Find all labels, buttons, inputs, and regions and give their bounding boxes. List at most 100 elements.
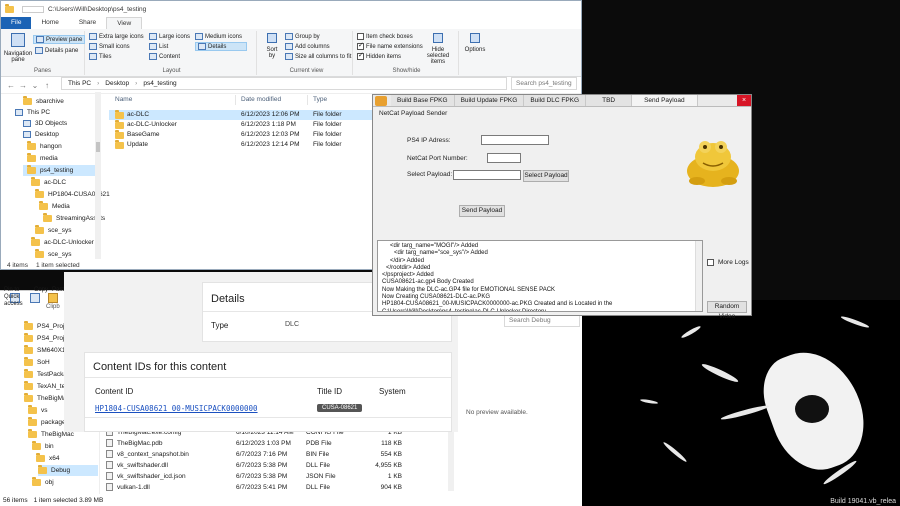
nav-item[interactable]: Media: [39, 201, 70, 212]
file-row[interactable]: vulkan-1.dll 6/7/2023 5:41 PM DLL File 904 …: [106, 482, 406, 492]
file-extensions-toggle[interactable]: File name extensions: [357, 41, 423, 50]
tab-build-dlc[interactable]: Build DLC FPKG: [524, 95, 587, 106]
nav-item[interactable]: bin: [32, 441, 54, 452]
column-header-name[interactable]: Name: [115, 96, 132, 103]
forward-arrow-icon[interactable]: →: [19, 81, 27, 90]
scrollbar[interactable]: [95, 92, 101, 259]
nav-item[interactable]: SoH: [24, 357, 50, 368]
preview-pane-button[interactable]: Preview pane: [33, 35, 86, 44]
up-arrow-icon[interactable]: ↑: [43, 81, 51, 90]
layout-content[interactable]: Content: [149, 53, 180, 60]
quick-access-toolbar[interactable]: [22, 5, 44, 13]
ip-input[interactable]: [481, 135, 549, 145]
output-log[interactable]: <dir targ_name="MOGI"/> Added <dir targ_…: [377, 240, 703, 312]
nav-item[interactable]: media: [27, 153, 58, 164]
nav-item-this-pc[interactable]: This PC: [15, 107, 50, 118]
file-row[interactable]: vk_swiftshader_icd.json 6/7/2023 5:38 PM J…: [106, 471, 406, 481]
payload-path-input[interactable]: [453, 170, 521, 180]
hide-selected-button[interactable]: Hide selected items: [421, 33, 455, 65]
size-columns-button[interactable]: Size all columns to fit: [285, 53, 351, 60]
file-row[interactable]: vk_swiftshader.dll 6/7/2023 5:38 PM DLL Fi…: [106, 460, 406, 470]
tab-tbd[interactable]: TBD: [586, 95, 633, 106]
log-line: CUSA08621-ac.gp4 Body Created: [382, 279, 474, 286]
nav-item[interactable]: sce_sys: [35, 249, 71, 260]
folder-icon: [24, 357, 33, 366]
scrollbar-thumb[interactable]: [96, 142, 100, 152]
file-row[interactable]: v8_context_snapshot.bin 6/7/2023 7:16 PM B…: [106, 449, 406, 459]
back-arrow-icon[interactable]: ←: [7, 81, 15, 90]
layout-large-icons[interactable]: Large icons: [149, 33, 190, 40]
port-input[interactable]: [487, 153, 521, 163]
tab-build-update[interactable]: Build Update FPKG: [454, 95, 525, 106]
nav-item[interactable]: sbarchive: [23, 96, 64, 107]
content-id-link[interactable]: HP1804-CUSA08621_00-MUSICPACK0000000: [95, 404, 258, 413]
tab-share[interactable]: Share: [69, 17, 106, 29]
breadcrumb[interactable]: This PC › Desktop › ps4_testing: [61, 77, 507, 90]
sort-by-button[interactable]: Sort by: [263, 33, 281, 59]
nav-item[interactable]: vs: [28, 405, 48, 416]
hidden-items-toggle[interactable]: Hidden items: [357, 51, 401, 60]
layout-small-icons[interactable]: Small icons: [89, 43, 130, 50]
breadcrumb-item[interactable]: Desktop: [105, 80, 129, 87]
layout-medium-icons[interactable]: Medium icons: [195, 33, 242, 40]
content-ids-card: Content IDs for this content Content ID …: [84, 352, 452, 432]
nav-item[interactable]: sce_sys: [35, 225, 71, 236]
log-line: </psproject> Added: [382, 272, 434, 279]
content-id-header: Content ID: [95, 387, 134, 396]
checkbox-icon: [357, 51, 364, 60]
file-row[interactable]: ac-DLC-Unlocker 6/12/2023 1:18 PM File fol…: [109, 120, 377, 130]
nav-item-selected[interactable]: ps4_testing: [23, 165, 95, 176]
file-row[interactable]: Update 6/12/2023 12:14 PM File folder: [109, 140, 377, 150]
options-button[interactable]: Options: [463, 33, 487, 53]
more-logs-checkbox[interactable]: More Logs: [707, 259, 749, 266]
nav-item-selected[interactable]: Debug: [38, 465, 98, 476]
file-row[interactable]: BaseGame 6/12/2023 12:03 PM File folder: [109, 130, 377, 140]
search-input[interactable]: Search Debug: [504, 315, 580, 327]
nav-item[interactable]: hangon: [27, 141, 62, 152]
layout-xl-icons[interactable]: Extra large icons: [89, 33, 144, 40]
tab-view[interactable]: View: [106, 17, 143, 29]
nav-item[interactable]: TheBigMac: [24, 393, 70, 404]
ribbon-tabs: File Home Share View: [1, 17, 581, 29]
close-button[interactable]: ×: [737, 95, 751, 106]
file-row[interactable]: ac-DLC 6/12/2023 12:06 PM File folder: [109, 110, 377, 120]
breadcrumb-item[interactable]: This PC: [68, 80, 91, 87]
folder-icon: [35, 189, 44, 198]
layout-tiles[interactable]: Tiles: [89, 53, 111, 60]
nav-item[interactable]: x64: [36, 453, 59, 464]
folder-icon: [115, 120, 124, 129]
chevron-down-icon[interactable]: ⌄: [31, 81, 39, 90]
breadcrumb-item[interactable]: ps4_testing: [143, 80, 176, 87]
send-payload-button[interactable]: Send Payload: [459, 205, 505, 217]
search-input[interactable]: Search ps4_testing: [511, 77, 577, 90]
select-payload-button[interactable]: Select Payload: [523, 170, 569, 182]
details-pane-button[interactable]: Details pane: [35, 47, 78, 54]
random-video-button[interactable]: Random Video: [707, 301, 747, 320]
nav-item[interactable]: Desktop: [23, 129, 59, 140]
nav-item[interactable]: SM640X12: [24, 345, 69, 356]
log-scrollbar[interactable]: [695, 241, 702, 311]
tab-file[interactable]: File: [1, 17, 32, 29]
nav-item[interactable]: 3D Objects: [23, 118, 67, 129]
large-icons-icon: [149, 33, 157, 40]
column-header-type[interactable]: Type: [313, 96, 327, 103]
layout-list[interactable]: List: [149, 43, 168, 50]
item-checkboxes-toggle[interactable]: Item check boxes: [357, 33, 413, 40]
show-hide-group: Item check boxes File name extensions Hi…: [355, 31, 459, 75]
nav-item[interactable]: ac-DLC-Unlocker: [31, 237, 94, 248]
group-by-button[interactable]: Group by: [285, 33, 320, 40]
add-columns-button[interactable]: Add columns: [285, 43, 330, 50]
type-label: Type: [211, 321, 229, 330]
tab-build-base[interactable]: Build Base FPKG: [391, 95, 455, 106]
column-header-date[interactable]: Date modified: [241, 96, 281, 103]
folder-icon: [31, 237, 40, 246]
nav-item[interactable]: packages: [28, 417, 69, 428]
nav-item[interactable]: ac-DLC: [31, 177, 66, 188]
tab-home[interactable]: Home: [31, 17, 68, 29]
layout-details[interactable]: Details: [195, 42, 247, 51]
file-row[interactable]: TheBigMac.pdb 6/12/2023 1:03 PM PDB File 11…: [106, 438, 406, 448]
tab-send-payload[interactable]: Send Payload: [632, 95, 698, 106]
nav-item[interactable]: obj: [32, 477, 54, 488]
layout-group: Extra large icons Large icons Medium ico…: [87, 31, 257, 75]
navigation-pane-button[interactable]: Navigation pane: [3, 33, 33, 63]
